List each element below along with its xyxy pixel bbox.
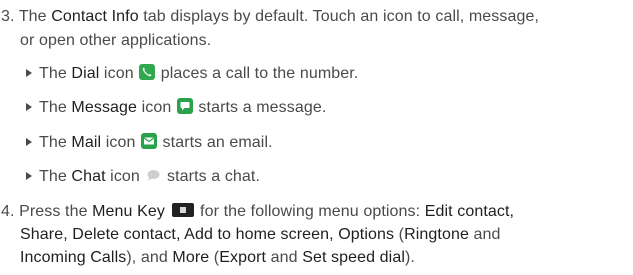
step-4-number: 4. (1, 203, 15, 220)
option-edit-contact: Edit contact, (424, 203, 515, 220)
menu-key-label: Menu Key (92, 203, 165, 220)
bullet-text: starts a message. (193, 99, 327, 116)
step-3-post-2: or open other applications. (20, 32, 212, 49)
bullet-text: The (39, 134, 72, 151)
step-4-line-3: Incoming Calls), and More (Export and Se… (20, 248, 415, 268)
option-more: More (172, 249, 210, 266)
bullet-chat: The Chat icon starts a chat. (26, 167, 260, 187)
step-4-text: Press the (19, 203, 93, 220)
bullet-text: The (39, 99, 72, 116)
step-4-text: ). (405, 249, 415, 266)
bullet-mail: The Mail icon starts an email. (26, 133, 273, 153)
mail-icon (141, 133, 158, 149)
step-4-text: and (468, 226, 501, 243)
phone-icon (139, 64, 156, 80)
bullet-arrow (26, 172, 32, 180)
bullet-text: starts an email. (158, 134, 273, 151)
step-3-line-1: 3. The Contact Info tab displays by defa… (1, 7, 539, 27)
option-incoming-calls: Incoming Calls (20, 249, 127, 266)
option-set-speed-dial: Set speed dial (302, 249, 405, 266)
bullet-text: icon (137, 99, 176, 116)
bullet-text: The (39, 168, 72, 185)
chat-icon (145, 167, 161, 183)
step-3-line-2: or open other applications. (20, 31, 211, 51)
bullet-message: The Message icon starts a message. (26, 98, 326, 118)
step-3-pre: The (18, 8, 52, 25)
message-label: Message (71, 99, 138, 116)
step-4-text: ( (394, 226, 405, 243)
step-4-line-1: 4. Press the Menu Key for the following … (1, 202, 514, 222)
bullet-text: The (39, 65, 72, 82)
bullet-arrow (26, 69, 32, 77)
bullet-arrow (26, 103, 32, 111)
bullet-arrow (26, 138, 32, 146)
step-4-text: and (266, 249, 303, 266)
contact-info-tab-name: Contact Info (51, 8, 139, 25)
menu-key-icon (171, 203, 194, 217)
bullet-text: icon (101, 134, 141, 151)
bullet-text: icon (105, 168, 145, 185)
option-ringtone: Ringtone (404, 226, 469, 243)
bullet-dial: The Dial icon places a call to the numbe… (26, 64, 358, 84)
options-list: Share, Delete contact, Add to home scree… (20, 226, 395, 243)
dial-label: Dial (71, 65, 100, 82)
step-4-text: ), and (126, 249, 173, 266)
step-4-line-2: Share, Delete contact, Add to home scree… (20, 225, 501, 245)
bullet-text: places a call to the number. (156, 65, 359, 82)
mail-label: Mail (71, 134, 102, 151)
option-export: Export (219, 249, 267, 266)
step-3-number: 3. (1, 8, 15, 25)
step-4-text: for the following menu options: (195, 203, 425, 220)
step-3-post-1: tab displays by default. Touch an icon t… (138, 8, 540, 25)
bullet-text: icon (99, 65, 139, 82)
chat-label: Chat (71, 168, 106, 185)
step-4-text: ( (209, 249, 220, 266)
bullet-text: starts a chat. (162, 168, 261, 185)
message-icon (176, 98, 193, 114)
